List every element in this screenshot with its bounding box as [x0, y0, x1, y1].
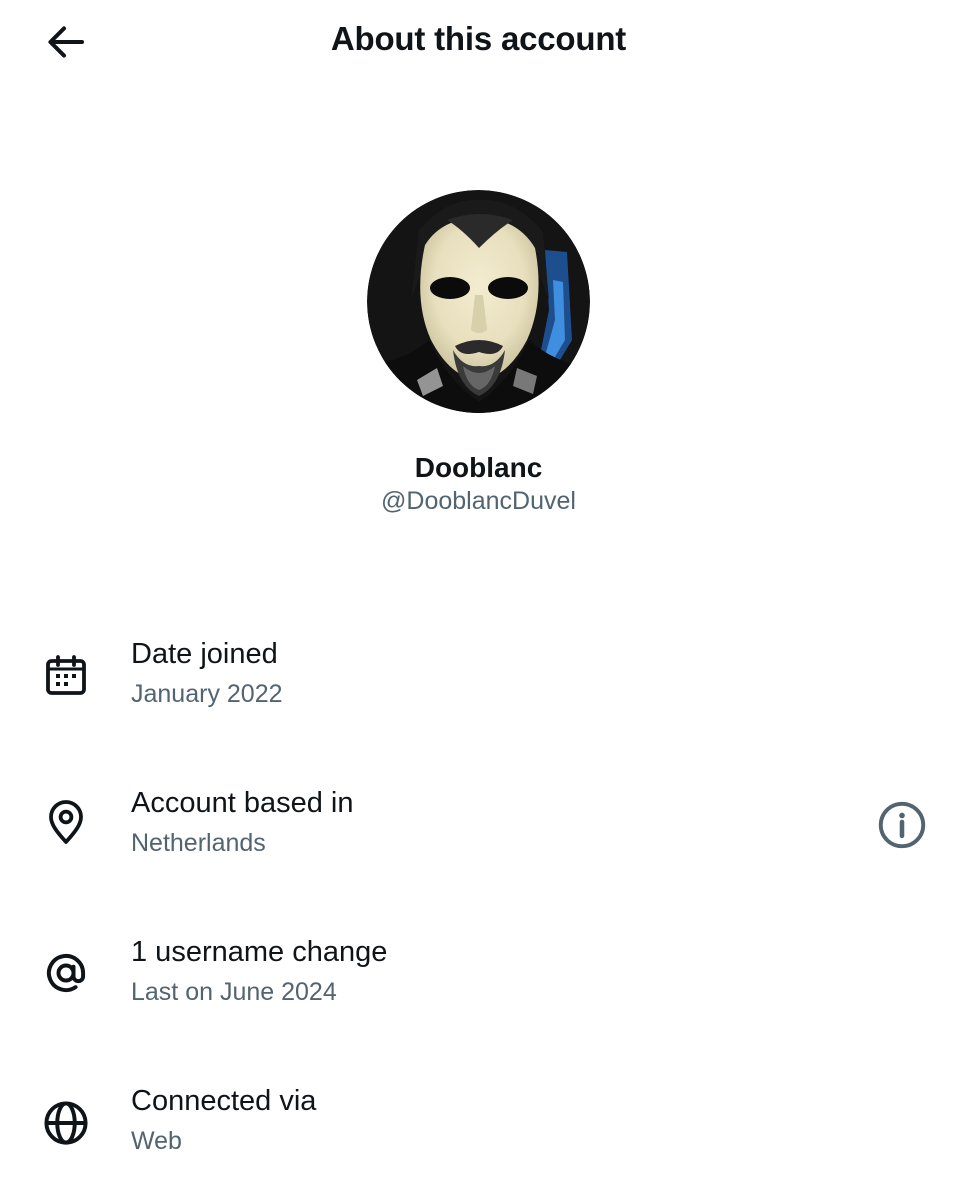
top-bar: About this account	[0, 0, 957, 84]
username-change-label: 1 username change	[131, 936, 388, 968]
avatar[interactable]	[367, 190, 590, 413]
username-change-row: 1 username change Last on June 2024	[0, 936, 957, 1046]
account-based-in-label: Account based in	[131, 787, 354, 819]
info-icon	[878, 801, 926, 849]
date-joined-row: Date joined January 2022	[0, 638, 957, 748]
display-name: Dooblanc	[414, 452, 543, 483]
profile-photo	[367, 190, 590, 413]
at-sign-icon	[38, 945, 94, 1001]
username-change-value: Last on June 2024	[131, 978, 337, 1006]
connected-via-label: Connected via	[131, 1085, 317, 1117]
location-pin-icon	[38, 795, 94, 851]
page-title: About this account	[330, 20, 627, 57]
connected-via-row: Connected via Web	[0, 1085, 957, 1195]
globe-icon	[38, 1095, 94, 1151]
connected-via-value: Web	[131, 1127, 182, 1155]
account-based-in-row: Account based in Netherlands	[0, 787, 957, 897]
info-button[interactable]	[872, 795, 932, 855]
date-joined-value: January 2022	[131, 680, 283, 708]
calendar-icon	[38, 648, 94, 704]
account-based-in-value: Netherlands	[131, 829, 266, 857]
username-handle: @DooblancDuvel	[381, 487, 576, 515]
date-joined-label: Date joined	[131, 638, 278, 670]
